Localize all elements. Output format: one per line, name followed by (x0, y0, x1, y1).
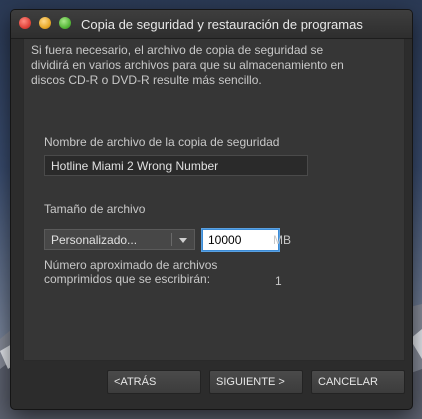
filesize-preset-dropdown[interactable]: Personalizado... (44, 229, 195, 250)
filesize-label: Tamaño de archivo (44, 202, 146, 216)
file-count-label: Número aproximado de archivos comprimido… (44, 258, 218, 286)
cancel-button[interactable]: CANCELAR (311, 370, 405, 394)
back-button[interactable]: <ATRÁS (107, 370, 201, 394)
filename-input[interactable] (44, 155, 308, 176)
filesize-unit-label: MB (273, 233, 291, 247)
filename-label: Nombre de archivo de la copia de segurid… (44, 135, 280, 149)
window-title: Copia de seguridad y restauración de pro… (81, 17, 363, 32)
file-count-value: 1 (275, 274, 282, 288)
filesize-input[interactable]: 10000 (202, 229, 279, 251)
split-description-text: Si fuera necesario, el archivo de copia … (31, 43, 344, 87)
backup-restore-window: Copia de seguridad y restauración de pro… (10, 9, 413, 410)
next-button[interactable]: SIGUIENTE > (209, 370, 303, 394)
title-bar: Copia de seguridad y restauración de pro… (11, 10, 412, 39)
minimize-window-button[interactable] (39, 17, 51, 29)
dropdown-separator (171, 233, 172, 246)
close-window-button[interactable] (19, 17, 31, 29)
filesize-preset-value: Personalizado... (51, 233, 138, 247)
zoom-window-button[interactable] (59, 17, 71, 29)
chevron-down-icon (179, 238, 187, 243)
